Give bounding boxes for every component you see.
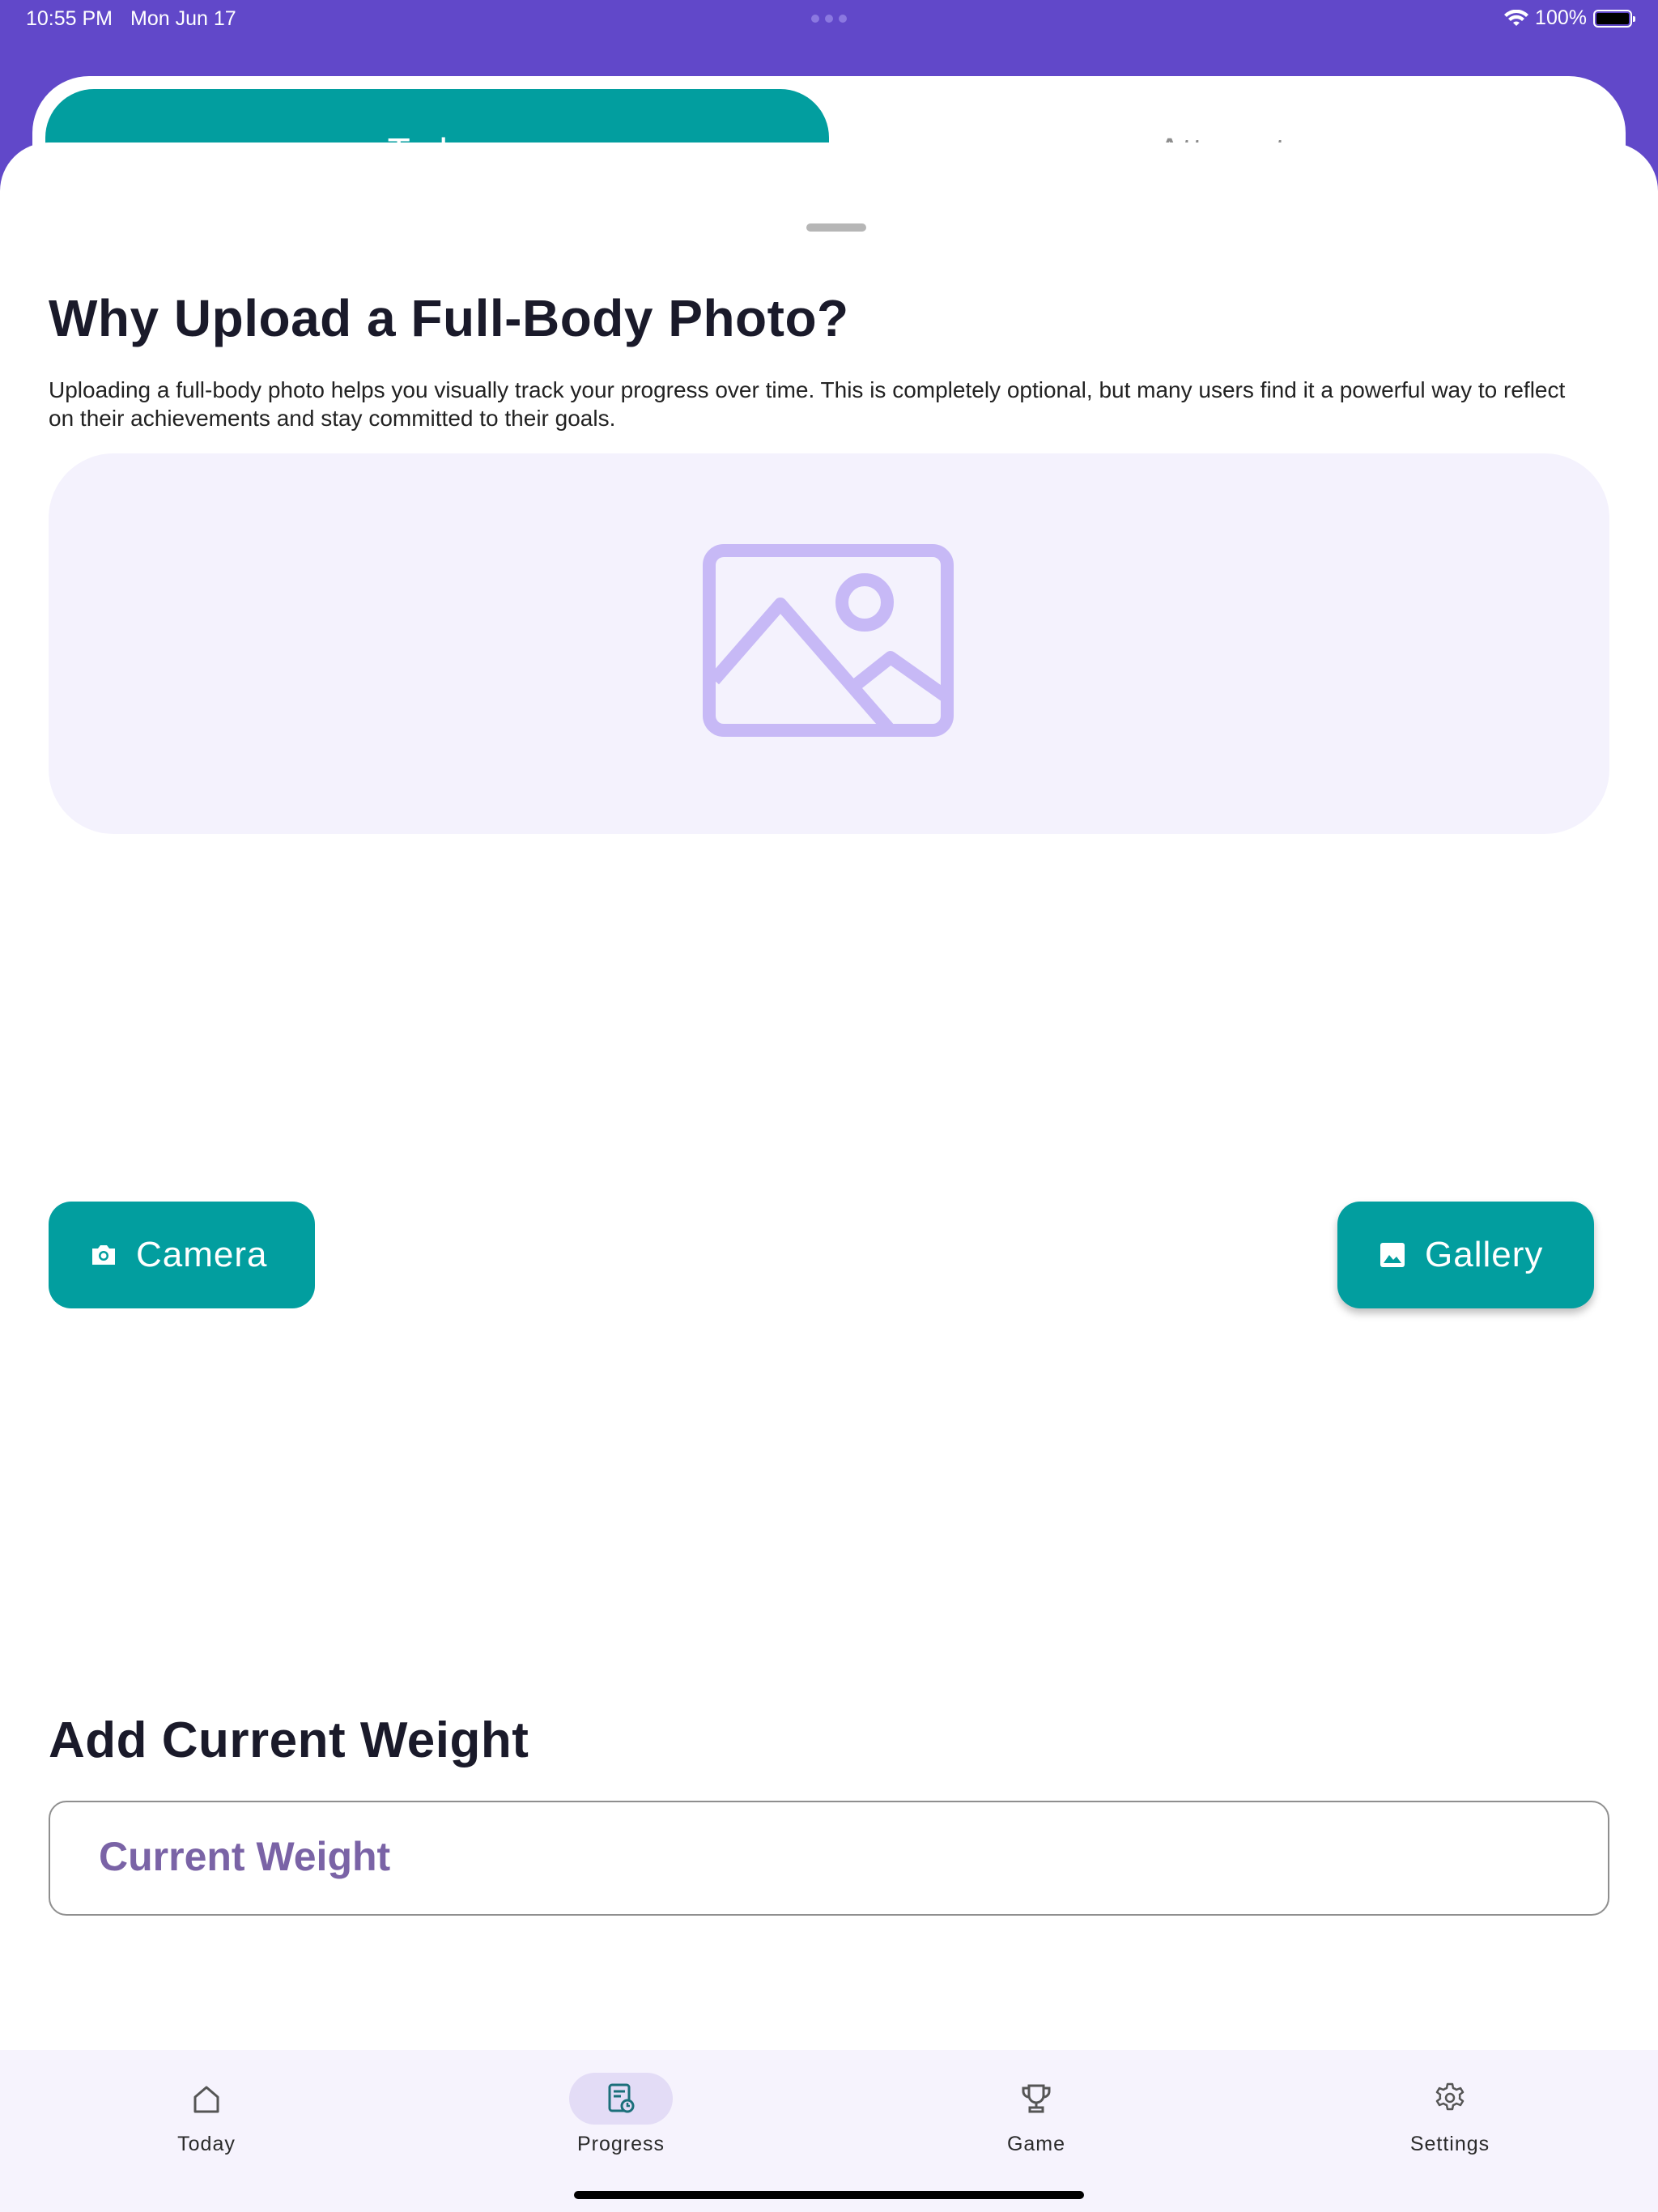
- gallery-button[interactable]: Gallery: [1337, 1202, 1594, 1308]
- gear-icon: [1435, 2082, 1465, 2111]
- progress-icon: [608, 2083, 635, 2113]
- current-weight-input[interactable]: Current Weight: [49, 1801, 1609, 1916]
- app-screen: 10:55 PM Mon Jun 17 100% Today Attempts …: [0, 0, 1658, 2212]
- battery-percent: 100%: [1535, 6, 1587, 29]
- nav-item-today[interactable]: Today: [85, 2073, 328, 2170]
- nav-item-settings[interactable]: Settings: [1329, 2073, 1571, 2170]
- sheet-description: Uploading a full-body photo helps you vi…: [49, 377, 1566, 431]
- nav-label-settings: Settings: [1409, 2133, 1490, 2155]
- image-icon: [703, 544, 954, 737]
- sheet-title: Why Upload a Full-Body Photo?: [49, 289, 849, 347]
- home-icon: [193, 2086, 219, 2113]
- camera-icon: [92, 1245, 115, 1265]
- nav-item-game[interactable]: Game: [915, 2073, 1158, 2170]
- nav-label-game: Game: [1006, 2133, 1066, 2155]
- status-indicators: 100%: [1504, 6, 1635, 30]
- current-weight-placeholder: Current Weight: [99, 1834, 391, 1879]
- multitasking-dots[interactable]: [811, 15, 847, 23]
- gallery-icon: [1380, 1243, 1405, 1267]
- nav-label-progress: Progress: [576, 2133, 665, 2155]
- home-indicator[interactable]: [574, 2191, 1084, 2199]
- upload-photo-sheet: Why Upload a Full-Body Photo? Uploading …: [0, 143, 1658, 2212]
- status-bar: 10:55 PM Mon Jun 17 100%: [0, 0, 1658, 39]
- status-date: Mon Jun 17: [130, 7, 236, 30]
- weight-section-title: Add Current Weight: [49, 1712, 529, 1768]
- status-time: 10:55 PM: [26, 7, 113, 30]
- photo-placeholder[interactable]: [49, 453, 1609, 834]
- nav-item-progress[interactable]: Progress: [500, 2073, 742, 2170]
- wifi-icon: [1504, 9, 1529, 28]
- drag-handle[interactable]: [806, 223, 866, 232]
- nav-label-today: Today: [177, 2133, 236, 2155]
- trophy-icon: [1022, 2084, 1051, 2113]
- camera-button[interactable]: Camera: [49, 1202, 315, 1308]
- bottom-nav: Today Progress Game Settings: [0, 2050, 1658, 2212]
- battery-icon: [1593, 9, 1635, 28]
- gallery-button-label: Gallery: [1425, 1235, 1544, 1274]
- camera-button-label: Camera: [136, 1235, 268, 1274]
